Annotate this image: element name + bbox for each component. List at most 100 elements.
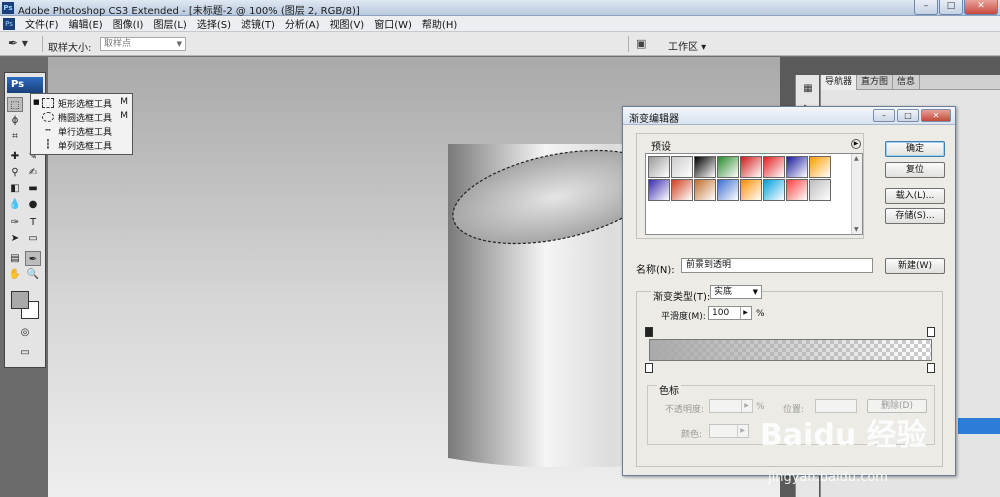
eraser-tool[interactable]: ◧ xyxy=(7,181,23,196)
shape-tool[interactable]: ▭ xyxy=(25,231,41,246)
flyout-item-single-row[interactable]: ┅ 单行选框工具 xyxy=(33,124,130,138)
maximize-button[interactable]: □ xyxy=(939,0,963,15)
gradient-name-input[interactable]: 前景到透明 xyxy=(681,258,873,273)
menu-analysis[interactable]: 分析(A) xyxy=(280,16,325,31)
menu-image[interactable]: 图像(I) xyxy=(108,16,149,31)
chevron-down-icon: ▼ xyxy=(176,40,182,48)
new-button[interactable]: 新建(W) xyxy=(885,258,945,274)
stamp-tool[interactable]: ⚲ xyxy=(7,165,23,180)
preset-swatch[interactable] xyxy=(763,156,785,178)
preset-swatch[interactable] xyxy=(671,179,693,201)
opacity-stop-left[interactable] xyxy=(645,327,653,337)
document-icon: Ps xyxy=(3,18,15,30)
blur-tool[interactable]: 💧 xyxy=(7,197,23,212)
menu-layer[interactable]: 图层(L) xyxy=(148,16,191,31)
photoshop-app-icon: Ps xyxy=(2,2,14,14)
type-tool[interactable]: T xyxy=(25,215,41,230)
close-button[interactable]: ✕ xyxy=(964,0,998,15)
opacity-stop-right[interactable] xyxy=(927,327,935,337)
dialog-close-button[interactable]: ✕ xyxy=(921,109,951,122)
preset-swatch[interactable] xyxy=(763,179,785,201)
quick-mask-button[interactable]: ◎ xyxy=(17,325,33,340)
navigator-tabs: 导航器 直方图 信息 xyxy=(821,75,1000,90)
hand-tool[interactable]: ✋ xyxy=(7,267,23,282)
window-controls: – □ ✕ xyxy=(913,0,998,15)
sample-size-select[interactable]: 取样点 ▼ xyxy=(100,37,186,51)
menu-select[interactable]: 选择(S) xyxy=(192,16,236,31)
preset-swatch[interactable] xyxy=(694,179,716,201)
load-button[interactable]: 载入(L)... xyxy=(885,188,945,204)
tab-histogram[interactable]: 直方图 xyxy=(857,75,894,90)
ok-button[interactable]: 确定 xyxy=(885,141,945,157)
history-brush-tool[interactable]: ✍ xyxy=(25,165,41,180)
bridge-icon[interactable]: ▣ xyxy=(636,37,654,51)
color-stop-right[interactable] xyxy=(927,363,935,373)
options-separator xyxy=(42,36,43,52)
zoom-tool[interactable]: 🔍 xyxy=(25,267,41,282)
preset-swatch[interactable] xyxy=(809,179,831,201)
preset-swatch[interactable] xyxy=(717,179,739,201)
stops-group-label: 色标 xyxy=(657,382,681,397)
options-separator xyxy=(628,36,629,52)
preset-swatch[interactable] xyxy=(717,156,739,178)
pen-tool[interactable]: ✑ xyxy=(7,215,23,230)
notes-tool[interactable]: ▤ xyxy=(7,251,23,266)
gradient-preview-bar[interactable] xyxy=(649,339,932,361)
presets-menu-icon[interactable]: ▶ xyxy=(851,139,861,149)
scroll-up-icon[interactable]: ▲ xyxy=(854,155,859,162)
menu-filter[interactable]: 滤镜(T) xyxy=(236,16,280,31)
preset-swatch[interactable] xyxy=(740,179,762,201)
menu-help[interactable]: 帮助(H) xyxy=(417,16,462,31)
dodge-tool[interactable]: ● xyxy=(25,197,41,212)
dialog-minimize-button[interactable]: – xyxy=(873,109,895,122)
eyedropper-tool-preset-icon[interactable]: ✒ ▾ xyxy=(8,36,36,52)
menu-file[interactable]: 文件(F) xyxy=(20,16,64,31)
watermark-url: jingyan.baidu.com xyxy=(768,470,888,485)
minimize-button[interactable]: – xyxy=(914,0,938,15)
scroll-down-icon[interactable]: ▼ xyxy=(854,226,859,233)
slider-arrow-icon[interactable]: ▶ xyxy=(740,307,750,319)
gradient-type-select[interactable]: 实底 ▼ xyxy=(710,285,762,299)
eyedropper-tool[interactable]: ✒ xyxy=(25,251,41,266)
preset-swatches: ▲ ▼ xyxy=(645,153,863,235)
selected-layer-row[interactable] xyxy=(958,418,1000,434)
save-button[interactable]: 存储(S)... xyxy=(885,208,945,224)
preset-swatch[interactable] xyxy=(786,179,808,201)
screen-mode-button[interactable]: ▭ xyxy=(17,345,33,360)
tab-navigator[interactable]: 导航器 xyxy=(821,75,858,90)
workspace-menu[interactable]: 工作区 ▾ xyxy=(668,38,706,53)
menu-window[interactable]: 窗口(W) xyxy=(369,16,417,31)
opacity-input: ▶ xyxy=(709,399,753,413)
lasso-tool[interactable]: ϕ xyxy=(7,113,23,128)
preset-swatch[interactable] xyxy=(694,156,716,178)
dialog-maximize-button[interactable]: □ xyxy=(897,109,919,122)
flyout-item-single-col[interactable]: ┇ 单列选框工具 xyxy=(33,138,130,152)
gradient-tool[interactable]: ▬ xyxy=(25,181,41,196)
tab-info[interactable]: 信息 xyxy=(893,75,921,90)
healing-tool[interactable]: ✚ xyxy=(7,149,23,164)
marquee-tool[interactable]: ⬚ xyxy=(7,97,23,112)
color-stop-left[interactable] xyxy=(645,363,653,373)
name-label: 名称(N): xyxy=(636,265,675,276)
flyout-item-ellipse-marquee[interactable]: 椭圆选框工具 M xyxy=(33,110,130,124)
foreground-color-swatch[interactable] xyxy=(11,291,29,309)
menu-edit[interactable]: 编辑(E) xyxy=(64,16,108,31)
preset-swatch[interactable] xyxy=(648,179,670,201)
history-panel-icon[interactable]: ▦ xyxy=(800,83,816,97)
reset-button[interactable]: 复位 xyxy=(885,162,945,178)
single-col-icon: ┇ xyxy=(45,140,51,150)
stop-color-swatch: ▶ xyxy=(709,424,749,438)
preset-swatch[interactable] xyxy=(809,156,831,178)
presets-label: 预设 xyxy=(649,138,673,153)
preset-swatch[interactable] xyxy=(648,156,670,178)
preset-swatch[interactable] xyxy=(671,156,693,178)
preset-swatch[interactable] xyxy=(740,156,762,178)
smoothness-input[interactable]: 100 ▶ xyxy=(708,306,752,320)
menu-view[interactable]: 视图(V) xyxy=(325,16,370,31)
preset-swatch[interactable] xyxy=(786,156,808,178)
flyout-item-rect-marquee[interactable]: ■ 矩形选框工具 M xyxy=(33,96,130,110)
crop-tool[interactable]: ⌗ xyxy=(7,129,23,144)
presets-scrollbar[interactable]: ▲ ▼ xyxy=(851,154,862,234)
path-select-tool[interactable]: ➤ xyxy=(7,231,23,246)
title-bar: Ps Adobe Photoshop CS3 Extended - [未标题-2… xyxy=(0,0,1000,17)
